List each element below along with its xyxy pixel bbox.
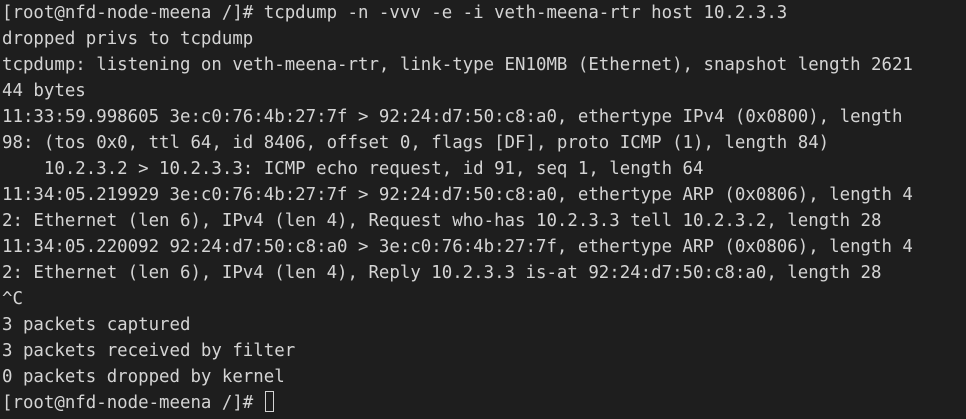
terminal-line: 2: Ethernet (len 6), IPv4 (len 4), Reque… [2,211,882,231]
terminal-line: [root@nfd-node-meena /]# tcpdump -n -vvv… [2,3,788,23]
terminal-line: tcpdump: listening on veth-meena-rtr, li… [2,55,913,75]
terminal-line: 11:34:05.220092 92:24:d7:50:c8:a0 > 3e:c… [2,237,913,257]
terminal-line: dropped privs to tcpdump [2,29,254,49]
terminal-line: 44 bytes [2,81,86,101]
terminal-line: 98: (tos 0x0, ttl 64, id 8406, offset 0,… [2,133,830,153]
shell-prompt: [root@nfd-node-meena /]# [2,393,264,413]
terminal-line: 2: Ethernet (len 6), IPv4 (len 4), Reply… [2,263,882,283]
terminal-line: 0 packets dropped by kernel [2,367,285,387]
terminal-line: 3 packets captured [2,315,191,335]
terminal-line: 11:33:59.998605 3e:c0:76:4b:27:7f > 92:2… [2,107,903,127]
terminal-window[interactable]: [root@nfd-node-meena /]# tcpdump -n -vvv… [0,0,966,419]
terminal-line: ^C [2,289,23,309]
terminal-cursor[interactable] [264,391,274,412]
terminal-line: 11:34:05.219929 3e:c0:76:4b:27:7f > 92:2… [2,185,913,205]
command-prompt-line[interactable]: [root@nfd-node-meena /]# [2,390,966,416]
terminal-line: 10.2.3.2 > 10.2.3.3: ICMP echo request, … [2,159,704,179]
terminal-line: 3 packets received by filter [2,341,296,361]
